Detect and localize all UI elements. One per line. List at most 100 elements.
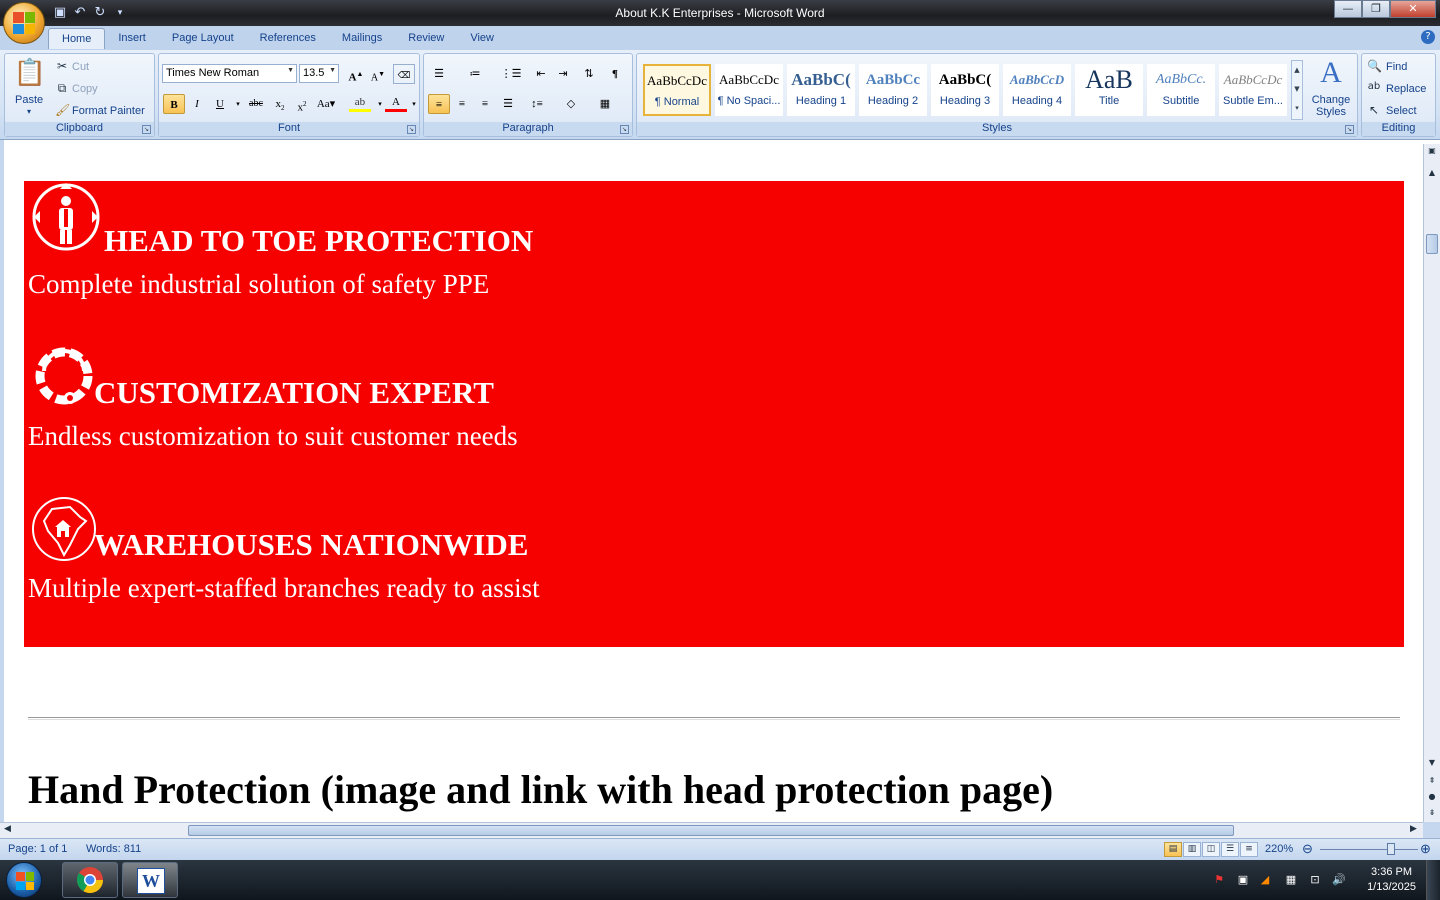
network-icon[interactable]: ⊡ — [1308, 873, 1322, 887]
align-center-button[interactable]: ≡ — [451, 94, 473, 114]
horizontal-scrollbar[interactable]: ◀ ▶ — [0, 822, 1423, 838]
zoom-in-icon[interactable]: ⊕ — [1420, 841, 1431, 857]
full-screen-reading-icon[interactable]: ▥ — [1183, 842, 1201, 857]
zoom-slider-knob[interactable] — [1386, 843, 1395, 855]
zoom-slider-track[interactable] — [1320, 849, 1418, 850]
increase-indent-button[interactable]: ⇥ — [552, 64, 574, 84]
shading-button[interactable]: ◇ — [560, 94, 582, 114]
style-normal[interactable]: AaBbCcDc ¶ Normal — [643, 64, 711, 116]
tab-insert[interactable]: Insert — [105, 28, 159, 49]
zoom-out-icon[interactable]: ⊖ — [1302, 841, 1313, 857]
select-button[interactable]: Select — [1386, 105, 1417, 117]
clear-formatting-button[interactable]: ⌫ — [393, 64, 415, 84]
scroll-up-icon[interactable]: ▲ — [1424, 168, 1440, 177]
web-layout-view-icon[interactable]: ◫ — [1202, 842, 1220, 857]
shrink-font-button[interactable]: A▼ — [367, 64, 389, 84]
styles-gallery-scroll[interactable]: ▲ ▼ ▾ — [1291, 60, 1303, 120]
cut-button[interactable]: Cut — [72, 61, 89, 73]
office-button[interactable] — [3, 2, 45, 44]
minimize-button[interactable]: — — [1334, 0, 1362, 18]
change-styles-button[interactable]: Change Styles — [1307, 94, 1355, 118]
horizontal-scroll-thumb[interactable] — [188, 825, 1234, 836]
grow-font-button[interactable]: A▲ — [345, 64, 367, 84]
copy-button[interactable]: Copy — [72, 83, 98, 95]
clipboard-launcher-icon[interactable]: ↘ — [142, 125, 151, 134]
style-heading-4[interactable]: AaBbCcD Heading 4 — [1003, 64, 1071, 116]
show-formatting-marks-button[interactable]: ¶ — [604, 64, 626, 84]
style-heading-1[interactable]: AaBbC( Heading 1 — [787, 64, 855, 116]
justify-button[interactable]: ☰ — [497, 94, 519, 114]
tab-review[interactable]: Review — [395, 28, 457, 49]
show-desktop-button[interactable] — [1426, 860, 1440, 900]
scroll-right-icon[interactable]: ▶ — [1410, 824, 1417, 834]
decrease-indent-button[interactable]: ⇤ — [530, 64, 552, 84]
borders-button[interactable]: ▦ — [594, 94, 616, 114]
browse-object-icon[interactable]: ● — [1424, 792, 1440, 801]
font-family-select[interactable]: Times New Roman ▼ — [162, 64, 297, 83]
action-center-icon[interactable]: ⚑ — [1212, 873, 1226, 887]
font-launcher-icon[interactable]: ↘ — [407, 125, 416, 134]
draft-view-icon[interactable]: ≡ — [1240, 842, 1258, 857]
multilevel-list-button[interactable]: ⋮☰ — [500, 64, 522, 84]
zoom-level[interactable]: 220% — [1265, 843, 1293, 855]
align-right-button[interactable]: ≡ — [474, 94, 496, 114]
paste-button[interactable]: Paste — [15, 94, 43, 106]
volume-icon[interactable]: 🔊 — [1332, 873, 1346, 887]
tab-mailings[interactable]: Mailings — [329, 28, 395, 49]
paragraph-launcher-icon[interactable]: ↘ — [620, 125, 629, 134]
page-count[interactable]: Page: 1 of 1 — [8, 843, 67, 855]
italic-button[interactable]: I — [186, 94, 208, 114]
tab-home[interactable]: Home — [48, 28, 106, 49]
replace-button[interactable]: Replace — [1386, 83, 1426, 95]
style-heading-3[interactable]: AaBbC( Heading 3 — [931, 64, 999, 116]
word-count[interactable]: Words: 811 — [86, 843, 141, 855]
bold-button[interactable]: B — [163, 94, 185, 114]
vertical-scroll-thumb[interactable] — [1426, 234, 1438, 254]
tab-view[interactable]: View — [457, 28, 507, 49]
ruler-toggle-icon[interactable]: ▣ — [1424, 146, 1440, 155]
monitor-icon[interactable]: ▣ — [1236, 873, 1250, 887]
font-color-dropdown-icon[interactable]: ▾ — [403, 94, 425, 114]
outline-view-icon[interactable]: ☰ — [1221, 842, 1239, 857]
style-subtitle[interactable]: AaBbCc. Subtitle — [1147, 64, 1215, 116]
tab-references[interactable]: References — [247, 28, 329, 49]
highlight-color-button[interactable]: ab — [349, 94, 371, 112]
maximize-button[interactable]: ❐ — [1362, 0, 1390, 18]
superscript-button[interactable]: x2 — [291, 94, 313, 114]
style-no-spacing[interactable]: AaBbCcDc ¶ No Spaci... — [715, 64, 783, 116]
tab-page-layout[interactable]: Page Layout — [159, 28, 247, 49]
taskbar-chrome[interactable] — [62, 862, 118, 898]
scroll-left-icon[interactable]: ◀ — [4, 824, 11, 834]
scroll-down-icon[interactable]: ▼ — [1424, 758, 1440, 767]
align-left-button[interactable]: ≡ — [428, 94, 450, 114]
find-button[interactable]: Find — [1386, 61, 1407, 73]
paste-dropdown-icon[interactable]: ▾ — [27, 107, 31, 116]
help-icon[interactable]: ? — [1421, 30, 1435, 44]
styles-launcher-icon[interactable]: ↘ — [1345, 125, 1354, 134]
clock[interactable]: 3:36 PM 1/13/2025 — [1367, 865, 1416, 895]
style-subtle-emphasis[interactable]: AaBbCcDc Subtle Em... — [1219, 64, 1287, 116]
change-case-button[interactable]: Aa▾ — [315, 94, 337, 114]
format-painter-icon: 🖌 — [55, 103, 71, 117]
format-painter-button[interactable]: Format Painter — [72, 105, 145, 117]
numbering-button[interactable]: ≔ — [464, 64, 486, 84]
subscript-button[interactable]: x2 — [269, 94, 291, 114]
document-area[interactable]: HEAD TO TOE PROTECTION Complete industri… — [0, 140, 1440, 822]
taskbar-word[interactable]: W — [122, 862, 178, 898]
chart-tray-icon[interactable]: ▦ — [1284, 873, 1298, 887]
start-button[interactable] — [6, 862, 42, 898]
vertical-scrollbar[interactable]: ▣ ▲ ▼ ⇞ ● ⇟ — [1423, 144, 1440, 822]
app-tray-icon[interactable]: ◢ — [1258, 873, 1272, 887]
strikethrough-button[interactable]: abc — [245, 94, 267, 114]
bullets-button[interactable]: ☰ — [428, 64, 450, 84]
style-heading-2[interactable]: AaBbCc Heading 2 — [859, 64, 927, 116]
print-layout-view-icon[interactable]: ▤ — [1164, 842, 1182, 857]
sort-button[interactable]: ⇅ — [578, 64, 600, 84]
close-button[interactable]: ✕ — [1390, 0, 1436, 18]
font-size-select[interactable]: 13.5 ▼ — [299, 64, 339, 83]
paste-icon[interactable]: 📋 — [13, 58, 47, 92]
style-title[interactable]: AaB Title — [1075, 64, 1143, 116]
previous-page-icon[interactable]: ⇞ — [1424, 776, 1440, 785]
next-page-icon[interactable]: ⇟ — [1424, 808, 1440, 817]
line-spacing-button[interactable]: ↕≡ — [526, 94, 548, 114]
